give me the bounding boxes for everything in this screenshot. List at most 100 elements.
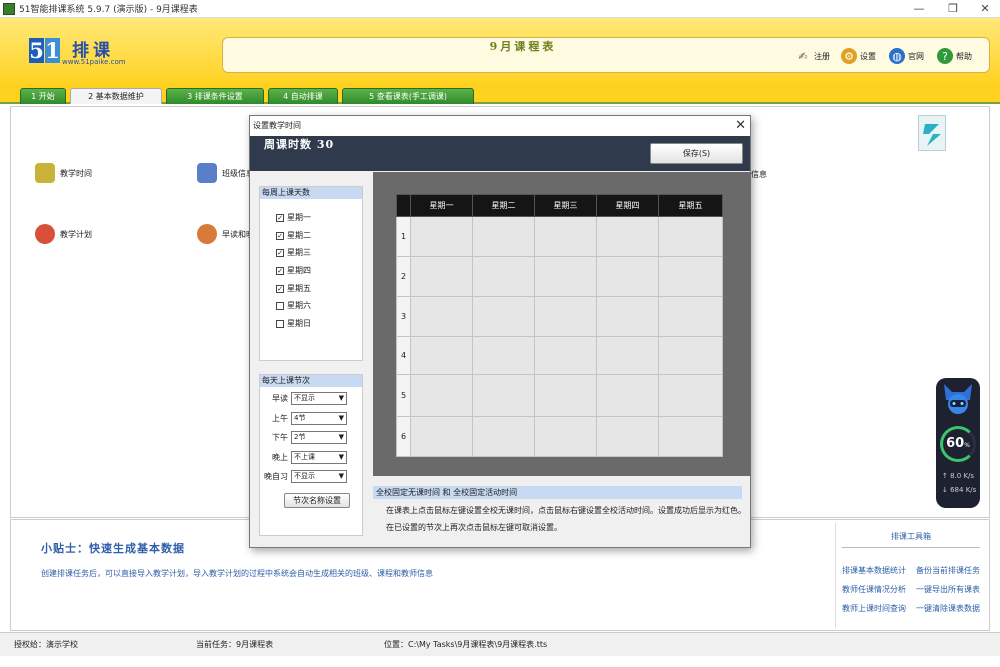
schedule-cell[interactable] xyxy=(534,296,597,337)
tool-link-stats[interactable]: 排课基本数据统计 xyxy=(842,565,906,576)
weekly-hours-label: 周课时数 30 xyxy=(264,138,335,151)
day-checkbox-sun[interactable]: 星期日 xyxy=(276,318,311,329)
teaching-time-dialog: 设置教学时间 ✕ 周课时数 30 保存(S) 每周上课天数 ✓ 星期一 ✓ 星期二 … xyxy=(249,115,751,548)
schedule-cell[interactable] xyxy=(658,374,723,417)
tab-conditions[interactable]: 3 排课条件设置 xyxy=(166,88,264,104)
network-monitor-widget[interactable]: 60% ↑ 8.0 K/s ↓ 684 K/s xyxy=(936,378,980,508)
tab-view-schedule[interactable]: 5 查看课表(手工调课) xyxy=(342,88,474,104)
tool-link-backup[interactable]: 备份当前排课任务 xyxy=(916,565,980,576)
feature-info[interactable]: 信息 xyxy=(751,169,767,180)
schedule-cell[interactable] xyxy=(410,216,473,257)
period-row-self-study: 晚自习 不显示 ▼ xyxy=(260,470,364,483)
save-button[interactable]: 保存(S) xyxy=(650,143,743,164)
day-checkbox-sat[interactable]: 星期六 xyxy=(276,300,311,311)
schedule-cell[interactable] xyxy=(596,256,659,297)
schedule-table[interactable]: 星期一 星期二 星期三 星期四 星期五 1 2 3 4 5 6 xyxy=(396,194,723,457)
feature-class-info[interactable]: 班级信息 xyxy=(197,163,254,183)
checkbox[interactable] xyxy=(276,319,284,328)
tool-link-teacher-time[interactable]: 教师上课时间查询 xyxy=(842,603,906,614)
period-names-button[interactable]: 节次名称设置 xyxy=(284,493,350,508)
tab-start[interactable]: 1 开始 xyxy=(20,88,66,104)
settings-button[interactable]: ⚙ 设置 xyxy=(841,46,876,66)
period-select[interactable]: 不显示 ▼ xyxy=(291,392,347,405)
row-number: 3 xyxy=(396,296,411,337)
period-select[interactable]: 不上课 ▼ xyxy=(291,451,347,464)
schedule-cell[interactable] xyxy=(410,416,473,457)
day-checkbox-fri[interactable]: ✓ 星期五 xyxy=(276,283,311,294)
period-row-afternoon: 下午 2节 ▼ xyxy=(260,431,364,444)
day-checkbox-tue[interactable]: ✓ 星期二 xyxy=(276,230,311,241)
schedule-cell[interactable] xyxy=(472,374,535,417)
register-button[interactable]: ✍ 注册 xyxy=(795,46,830,66)
website-button[interactable]: ◍ 官网 xyxy=(889,46,924,66)
schedule-cell[interactable] xyxy=(410,336,473,375)
periods-header: 每天上课节次 xyxy=(260,375,362,387)
table-row: 3 xyxy=(396,296,723,337)
checkbox[interactable]: ✓ xyxy=(276,284,284,293)
schedule-cell[interactable] xyxy=(658,256,723,297)
schedule-cell[interactable] xyxy=(596,336,659,375)
schedule-cell[interactable] xyxy=(534,216,597,257)
title-bar: 51智能排课系统 5.9.7 (演示版) - 9月课程表 xyxy=(0,0,1000,18)
checkbox[interactable]: ✓ xyxy=(276,248,284,257)
day-checkbox-wed[interactable]: ✓ 星期三 xyxy=(276,247,311,258)
checkbox[interactable] xyxy=(276,301,284,310)
schedule-cell[interactable] xyxy=(410,256,473,297)
period-select[interactable]: 4节 ▼ xyxy=(291,412,347,425)
app-shortcut-icon[interactable] xyxy=(918,115,946,151)
minimize-button[interactable]: — xyxy=(902,0,936,18)
schedule-cell[interactable] xyxy=(472,296,535,337)
schedule-cell[interactable] xyxy=(534,256,597,297)
schedule-cell[interactable] xyxy=(658,416,723,457)
dialog-header: 周课时数 30 保存(S) xyxy=(250,136,750,171)
checkbox[interactable]: ✓ xyxy=(276,231,284,240)
schedule-cell[interactable] xyxy=(472,216,535,257)
dialog-close-button[interactable]: ✕ xyxy=(735,116,746,136)
schedule-cell[interactable] xyxy=(410,374,473,417)
gear-icon: ⚙ xyxy=(841,48,857,64)
restore-button[interactable]: ❐ xyxy=(936,0,970,18)
schedule-cell[interactable] xyxy=(410,296,473,337)
close-window-button[interactable]: ✕ xyxy=(968,0,1000,18)
schedule-cell[interactable] xyxy=(534,374,597,417)
schedule-cell[interactable] xyxy=(534,416,597,457)
table-row: 5 xyxy=(396,374,723,417)
row-number: 1 xyxy=(396,216,411,257)
schedule-cell[interactable] xyxy=(658,336,723,375)
day-checkbox-thu[interactable]: ✓ 星期四 xyxy=(276,265,311,276)
schedule-cell[interactable] xyxy=(472,256,535,297)
feature-teaching-plan[interactable]: 教学计划 xyxy=(35,224,92,244)
tab-basic-data[interactable]: 2 基本数据维护 xyxy=(70,88,162,104)
help-button[interactable]: ? 帮助 xyxy=(937,46,972,66)
periods-group: 每天上课节次 早读 不显示 ▼ 上午 4节 ▼ 下午 2节 ▼ 晚上 不上课 ▼ 晚自习 不显示 ▼… xyxy=(259,374,363,536)
schedule-cell[interactable] xyxy=(534,336,597,375)
checkbox[interactable]: ✓ xyxy=(276,213,284,222)
weekdays-group: 每周上课天数 ✓ 星期一 ✓ 星期二 ✓ 星期三 ✓ 星期四 ✓ 星期五 星期六 星期日 xyxy=(259,186,363,361)
schedule-cell[interactable] xyxy=(658,296,723,337)
tool-link-clear[interactable]: 一键清除课表数据 xyxy=(916,603,980,614)
tips-title: 小贴士：快速生成基本数据 xyxy=(41,542,185,555)
schedule-cell[interactable] xyxy=(596,296,659,337)
day-checkbox-mon[interactable]: ✓ 星期一 xyxy=(276,212,311,223)
column-header: 星期五 xyxy=(658,194,723,217)
period-select[interactable]: 2节 ▼ xyxy=(291,431,347,444)
schedule-cell[interactable] xyxy=(472,416,535,457)
register-icon: ✍ xyxy=(798,49,808,63)
period-select[interactable]: 不显示 ▼ xyxy=(291,470,347,483)
status-location: 位置：C:\My Tasks\9月课程表\9月课程表.tts xyxy=(384,640,548,649)
checkbox[interactable]: ✓ xyxy=(276,266,284,275)
feature-teaching-time[interactable]: 教学时间 xyxy=(35,163,92,183)
schedule-cell[interactable] xyxy=(658,216,723,257)
chevron-down-icon: ▼ xyxy=(338,394,344,402)
tool-link-teacher-analysis[interactable]: 教师任课情况分析 xyxy=(842,584,906,595)
tab-auto-schedule[interactable]: 4 自动排课 xyxy=(268,88,338,104)
schedule-cell[interactable] xyxy=(472,336,535,375)
logo-url: www.51paike.com xyxy=(62,58,126,66)
schedule-cell[interactable] xyxy=(596,216,659,257)
globe-icon: ◍ xyxy=(889,48,905,64)
tool-link-export[interactable]: 一键导出所有课表 xyxy=(916,584,980,595)
database-icon xyxy=(197,163,217,183)
schedule-cell[interactable] xyxy=(596,416,659,457)
schedule-cell[interactable] xyxy=(596,374,659,417)
feature-morning-evening[interactable]: 早读和晚 xyxy=(197,224,254,244)
